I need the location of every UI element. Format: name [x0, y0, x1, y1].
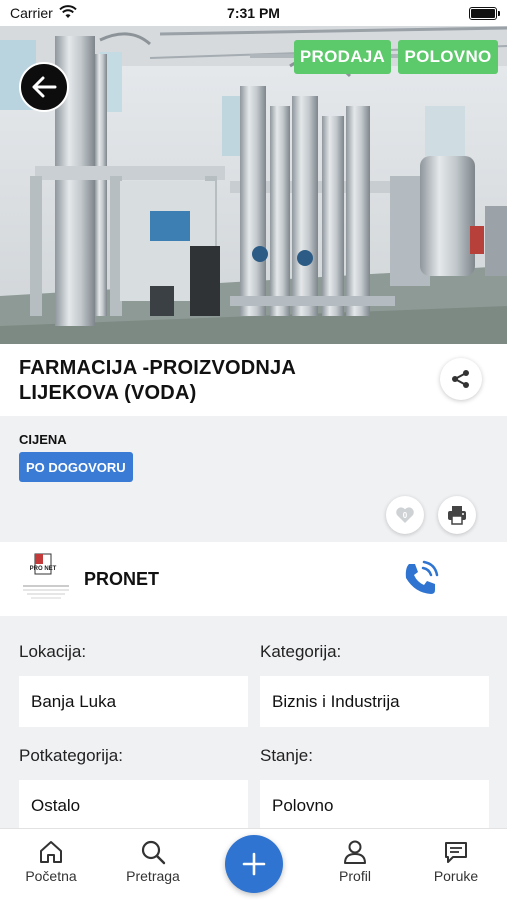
phone-icon — [405, 560, 439, 594]
carrier-label: Carrier — [10, 5, 53, 21]
detail-value: Biznis i Industrija — [260, 676, 489, 727]
detail-location: Lokacija: Banja Luka — [19, 642, 248, 727]
battery-icon — [469, 6, 500, 20]
svg-text:0: 0 — [403, 511, 408, 520]
tab-search[interactable]: Pretraga — [108, 839, 198, 884]
share-icon — [452, 370, 469, 388]
status-bar: Carrier 7:31 PM — [0, 0, 507, 26]
back-button[interactable] — [19, 62, 69, 112]
tab-home-label: Početna — [25, 868, 77, 884]
price-badge: PO DOGOVORU — [19, 452, 133, 482]
call-button[interactable] — [400, 559, 442, 599]
wifi-icon — [59, 4, 77, 22]
detail-label: Potkategorija: — [19, 746, 123, 765]
back-arrow-icon — [32, 76, 57, 98]
printer-icon — [448, 506, 466, 525]
title-section: FARMACIJA -PROIZVODNJA LIJEKOVA (VODA) — [0, 344, 507, 416]
detail-label: Kategorija: — [260, 642, 342, 661]
detail-condition: Stanje: Polovno — [260, 746, 489, 828]
search-icon — [141, 840, 166, 865]
heart-icon: 0 — [396, 507, 414, 523]
tab-profile[interactable]: Profil — [310, 839, 400, 884]
details-grid: Lokacija: Banja Luka Kategorija: Biznis … — [0, 616, 507, 828]
tab-messages[interactable]: Poruke — [411, 839, 501, 884]
detail-value: Banja Luka — [19, 676, 248, 727]
detail-label: Stanje: — [260, 746, 313, 765]
seller-logo-text: PRO NET — [30, 566, 57, 572]
seller-name: PRONET — [84, 569, 160, 589]
listing-title: FARMACIJA -PROIZVODNJA LIJEKOVA (VODA) — [19, 357, 296, 404]
plus-icon — [242, 852, 266, 876]
detail-label: Lokacija: — [19, 642, 87, 661]
seller-logo: PRO NET — [19, 550, 73, 608]
listing-condition-tag: POLOVNO — [398, 40, 498, 74]
favorite-button[interactable]: 0 — [386, 496, 424, 534]
tab-bar: Početna Pretraga Profil Poruke — [0, 828, 507, 900]
print-button[interactable] — [438, 496, 476, 534]
tab-messages-label: Poruke — [433, 868, 479, 884]
detail-subcategory: Potkategorija: Ostalo — [19, 746, 248, 828]
home-icon — [40, 841, 62, 863]
chat-icon — [445, 842, 467, 863]
price-section: CIJENA PO DOGOVORU 0 — [0, 416, 507, 542]
add-listing-button[interactable] — [225, 835, 283, 893]
tab-home[interactable]: Početna — [6, 839, 96, 884]
listing-type-tag: PRODAJA — [294, 40, 391, 74]
tab-search-label: Pretraga — [126, 868, 180, 884]
profile-icon — [344, 840, 366, 864]
detail-value: Ostalo — [19, 780, 248, 828]
detail-value: Polovno — [260, 780, 489, 828]
tab-profile-label: Profil — [339, 868, 371, 884]
price-label: CIJENA — [19, 432, 67, 447]
status-left: Carrier — [10, 4, 77, 22]
detail-category: Kategorija: Biznis i Industrija — [260, 642, 489, 727]
share-button[interactable] — [440, 358, 482, 400]
seller-section[interactable]: PRO NET PRONET — [0, 542, 507, 616]
listing-photo[interactable]: PRODAJA POLOVNO — [0, 26, 507, 344]
